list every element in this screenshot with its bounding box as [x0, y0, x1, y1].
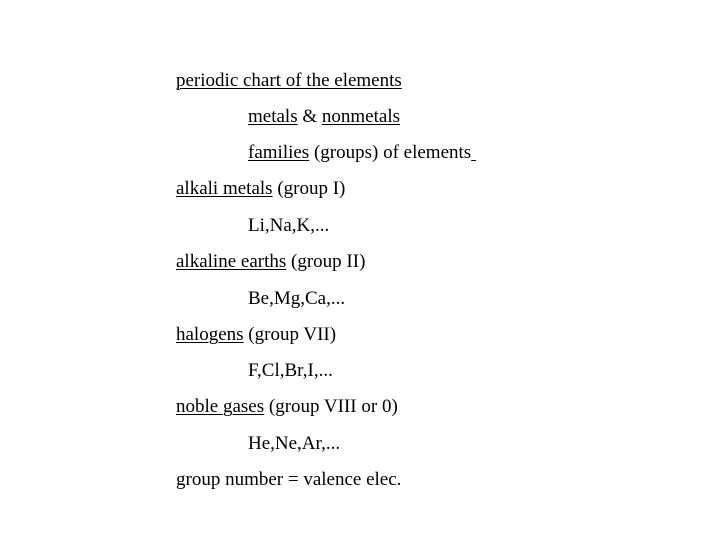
group-number-text: group number = valence elec. [176, 469, 402, 490]
trailing-underline [471, 142, 476, 163]
line-group-number: group number = valence elec. [157, 447, 401, 513]
